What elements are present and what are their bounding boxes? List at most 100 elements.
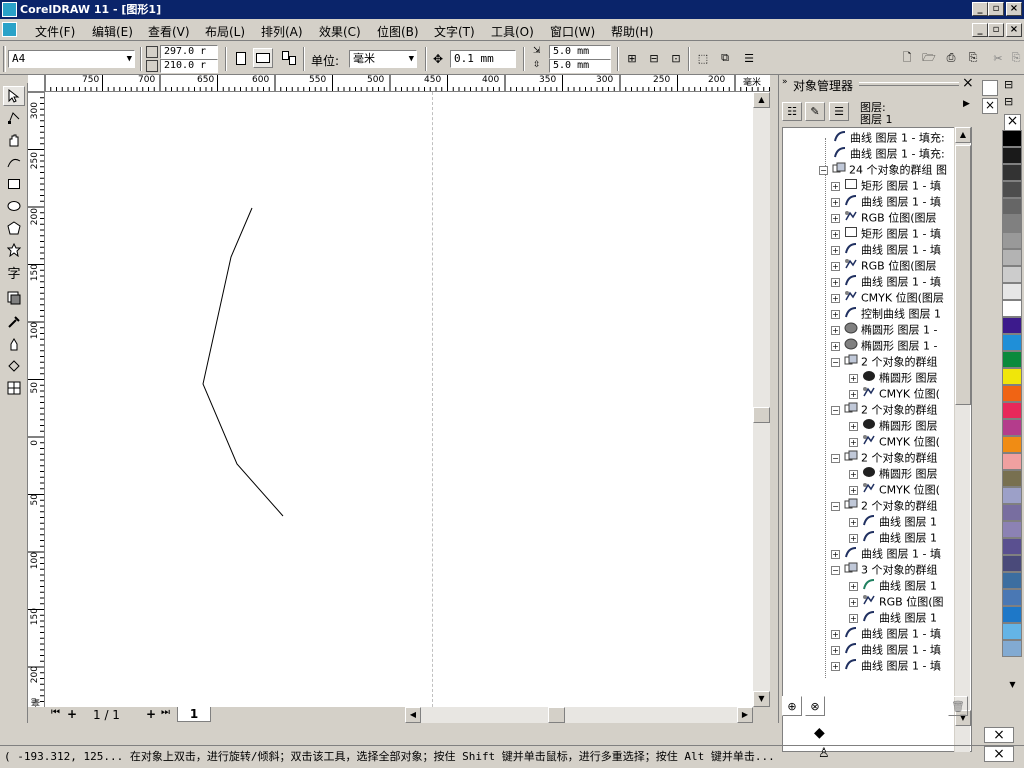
docker-menu-icon[interactable]: » bbox=[782, 77, 788, 87]
hscroll-thumb[interactable] bbox=[548, 707, 565, 723]
drawing-canvas[interactable] bbox=[45, 92, 770, 707]
eyedropper-tool-icon[interactable] bbox=[3, 312, 25, 332]
ellipse-tool-icon[interactable] bbox=[3, 196, 25, 216]
doc-close-button[interactable]: × bbox=[1006, 23, 1022, 37]
menu-tools[interactable]: 工具(O) bbox=[491, 23, 534, 40]
color-swatch[interactable] bbox=[1002, 436, 1022, 453]
copy-icon[interactable]: ⎘ bbox=[1006, 48, 1024, 68]
expand-toggle-icon[interactable]: + bbox=[831, 630, 840, 639]
ruler-origin[interactable] bbox=[28, 75, 45, 92]
text-tool-icon[interactable]: 字 bbox=[3, 262, 25, 282]
layer-flyout-arrow[interactable]: ▶ bbox=[963, 99, 970, 109]
menu-layout[interactable]: 布局(L) bbox=[205, 23, 245, 40]
tree-item[interactable]: + 矩形 图层 1 - 填 bbox=[831, 178, 941, 194]
docker-tab-icon[interactable]: × bbox=[982, 98, 998, 114]
menu-edit[interactable]: 编辑(E) bbox=[92, 23, 133, 40]
print-button[interactable]: ⎘ bbox=[963, 48, 983, 68]
tree-item[interactable]: − 2 个对象的群组 bbox=[831, 498, 938, 514]
horizontal-ruler[interactable]: 750 700 650 600 550 500 450 400 350 300 … bbox=[45, 75, 770, 92]
new-master-layer-button[interactable]: ⊗ bbox=[805, 696, 825, 716]
tree-item[interactable]: − 3 个对象的群组 bbox=[831, 562, 938, 578]
color-swatch[interactable] bbox=[1002, 317, 1022, 334]
color-swatch[interactable] bbox=[1002, 470, 1022, 487]
color-swatch[interactable] bbox=[1002, 504, 1022, 521]
tree-item[interactable]: + 矩形 图层 1 - 填 bbox=[831, 226, 941, 242]
expand-toggle-icon[interactable]: + bbox=[831, 214, 840, 223]
tree-item[interactable]: + 椭圆形 图层 1 - bbox=[831, 338, 937, 354]
menu-bitmaps[interactable]: 位图(B) bbox=[377, 23, 419, 40]
tree-scrollbar[interactable]: ▲ ▼ bbox=[954, 127, 971, 752]
new-doc-button[interactable]: 🗋 bbox=[897, 48, 917, 68]
pan-tool-icon[interactable] bbox=[3, 130, 25, 150]
tree-item[interactable]: − 24 个对象的群组 图 bbox=[819, 162, 947, 178]
unit-select[interactable]: 毫米 ▼ bbox=[349, 50, 417, 68]
vertical-ruler[interactable]: 300 250 200 150 100 50 0 50 100 150 200 … bbox=[28, 92, 45, 707]
color-swatch[interactable] bbox=[1002, 623, 1022, 640]
menu-file[interactable]: 文件(F) bbox=[35, 23, 75, 40]
menu-arrange[interactable]: 排列(A) bbox=[261, 23, 303, 40]
expand-toggle-icon[interactable]: + bbox=[831, 310, 840, 319]
interactive-blend-tool-icon[interactable] bbox=[3, 288, 25, 308]
outline-tool-icon[interactable] bbox=[3, 334, 25, 354]
save-button[interactable]: ⎙ bbox=[941, 48, 961, 68]
tree-item[interactable]: + 椭圆形 图层 bbox=[849, 418, 938, 434]
color-swatch[interactable] bbox=[1002, 249, 1022, 266]
menu-effects[interactable]: 效果(C) bbox=[319, 23, 361, 40]
doc-minimize-button[interactable]: _ bbox=[972, 23, 988, 37]
color-swatch[interactable] bbox=[1002, 640, 1022, 657]
expand-toggle-icon[interactable]: + bbox=[831, 550, 840, 559]
color-swatch[interactable] bbox=[1002, 215, 1022, 232]
object-tree[interactable]: 曲线 图层 1 - 填充: 曲线 图层 1 - 填充: − 24 个对象的群组 图 + 矩… bbox=[782, 127, 972, 752]
tree-item[interactable]: + RGB 位图(图层 bbox=[831, 258, 937, 274]
fill-color-swatch[interactable]: × bbox=[984, 727, 1014, 743]
expand-toggle-icon[interactable]: + bbox=[849, 374, 858, 383]
doc-restore-button[interactable]: ▫ bbox=[988, 23, 1004, 37]
rectangle-tool-icon[interactable] bbox=[3, 174, 25, 194]
menu-text[interactable]: 文字(T) bbox=[434, 23, 475, 40]
color-swatch[interactable] bbox=[1002, 368, 1022, 385]
no-fill-swatch[interactable]: × bbox=[1004, 114, 1021, 131]
snap-guidelines-button[interactable]: ⊟ bbox=[644, 48, 664, 68]
color-swatch[interactable] bbox=[1002, 266, 1022, 283]
tree-item[interactable]: + CMYK 位图( bbox=[849, 386, 940, 402]
tree-item[interactable]: − 2 个对象的群组 bbox=[831, 402, 938, 418]
scroll-down-button[interactable]: ▼ bbox=[753, 691, 770, 707]
menu-window[interactable]: 窗口(W) bbox=[550, 23, 595, 40]
curve-shape[interactable] bbox=[45, 92, 753, 707]
expand-toggle-icon[interactable]: − bbox=[831, 566, 840, 575]
color-swatch[interactable] bbox=[1002, 589, 1022, 606]
expand-toggle-icon[interactable]: + bbox=[849, 470, 858, 479]
expand-toggle-icon[interactable]: + bbox=[849, 438, 858, 447]
landscape-button[interactable] bbox=[253, 48, 273, 68]
last-page-button[interactable]: ⏭ bbox=[161, 707, 170, 718]
color-swatch[interactable] bbox=[1002, 130, 1022, 147]
expand-toggle-icon[interactable]: + bbox=[849, 582, 858, 591]
scroll-right-button[interactable]: ▶ bbox=[737, 707, 753, 723]
edit-across-layers-button[interactable]: ⧉ bbox=[715, 48, 735, 68]
expand-toggle-icon[interactable]: + bbox=[831, 182, 840, 191]
maximize-button[interactable]: ▫ bbox=[988, 2, 1004, 16]
color-swatch[interactable] bbox=[1002, 385, 1022, 402]
page-layout-button[interactable] bbox=[279, 48, 299, 68]
page-tab[interactable]: 1 bbox=[177, 707, 211, 722]
show-properties-button[interactable]: ☷ bbox=[782, 102, 802, 121]
expand-toggle-icon[interactable]: + bbox=[831, 198, 840, 207]
tree-item[interactable]: + 曲线 图层 1 - 填 bbox=[831, 658, 941, 674]
tree-item[interactable]: + 曲线 图层 1 - 填 bbox=[831, 242, 941, 258]
options-button[interactable]: ☰ bbox=[739, 48, 759, 68]
page-width-field[interactable]: 297.0 r bbox=[160, 45, 218, 59]
vertical-scrollbar[interactable]: ▲ ▼ bbox=[753, 92, 770, 707]
color-swatch[interactable] bbox=[1002, 232, 1022, 249]
tree-item[interactable]: + 曲线 图层 1 - 填 bbox=[831, 626, 941, 642]
docker-close-icon[interactable]: × bbox=[962, 75, 974, 91]
expand-toggle-icon[interactable]: + bbox=[849, 534, 858, 543]
outline-color-swatch[interactable]: × bbox=[984, 746, 1014, 762]
tree-item[interactable]: + 曲线 图层 1 bbox=[849, 514, 937, 530]
tree-item[interactable]: + CMYK 位图( bbox=[849, 482, 940, 498]
color-swatch[interactable] bbox=[1002, 538, 1022, 555]
paper-size-select[interactable]: A4 ▼ bbox=[8, 50, 135, 68]
color-swatch[interactable] bbox=[1002, 606, 1022, 623]
tree-item[interactable]: + 曲线 图层 1 - 填 bbox=[831, 546, 941, 562]
page-height-field[interactable]: 210.0 r bbox=[160, 59, 218, 73]
tree-item[interactable]: + CMYK 位图(图层 bbox=[831, 290, 944, 306]
